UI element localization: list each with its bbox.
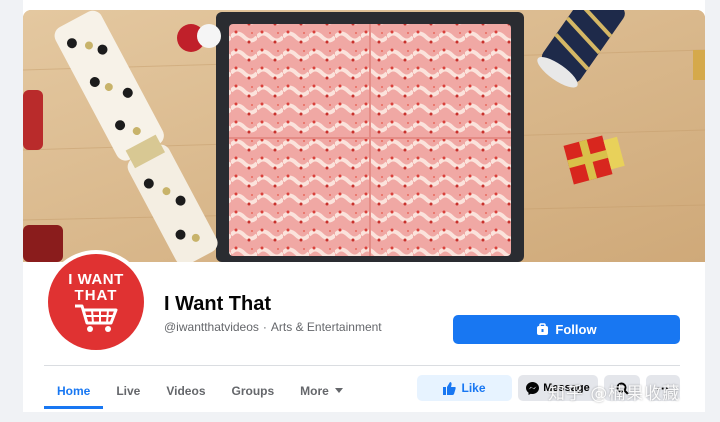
page-avatar[interactable]: I WANT THAT	[44, 250, 148, 354]
tab-more-label: More	[300, 384, 329, 398]
cover-photo[interactable]	[23, 10, 705, 262]
tab-videos[interactable]: Videos	[153, 373, 218, 409]
tab-live[interactable]: Live	[103, 373, 153, 409]
page-subtitle: @iwantthatvideos · Arts & Entertainment	[164, 320, 382, 334]
page-handle[interactable]: @iwantthatvideos	[164, 320, 259, 334]
page-category[interactable]: Arts & Entertainment	[271, 320, 382, 334]
header-divider	[44, 365, 680, 366]
avatar-line1: I WANT	[68, 270, 124, 288]
messenger-icon	[526, 381, 540, 395]
follow-icon	[537, 323, 549, 335]
like-thumb-icon	[443, 381, 457, 395]
watermark-text: 知乎 @楠果收藏	[548, 384, 681, 404]
tab-home[interactable]: Home	[44, 373, 104, 409]
tab-videos-label: Videos	[166, 384, 206, 398]
caret-down-icon	[334, 388, 343, 393]
page-title: I Want That	[164, 293, 272, 315]
tab-more[interactable]: More	[287, 373, 356, 409]
page-tabs: Home Live Videos Groups More	[44, 373, 356, 409]
avatar-line2: THAT	[74, 286, 118, 304]
like-button[interactable]: Like	[417, 375, 512, 401]
follow-label: Follow	[555, 322, 597, 337]
tab-groups-label: Groups	[231, 384, 275, 398]
tab-live-label: Live	[116, 384, 141, 398]
follow-button[interactable]: Follow	[453, 315, 680, 344]
tab-home-label: Home	[57, 384, 91, 398]
cart-icon	[75, 304, 118, 332]
facebook-page-header: I WANT THAT I Want That @iwantthatvideos…	[0, 0, 720, 422]
avatar-logo: I WANT THAT	[48, 254, 144, 350]
like-label: Like	[461, 381, 486, 395]
subtitle-separator: ·	[262, 320, 267, 334]
tab-groups[interactable]: Groups	[219, 373, 288, 409]
